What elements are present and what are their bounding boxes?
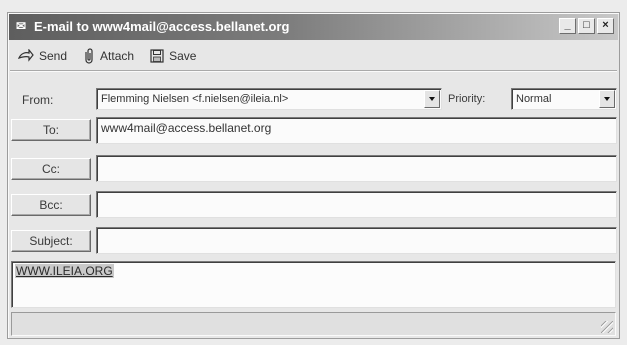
to-field[interactable]: www4mail@access.bellanet.org (96, 117, 617, 144)
chevron-down-icon[interactable] (599, 90, 615, 108)
minimize-button[interactable]: _ (559, 18, 576, 34)
save-label: Save (169, 49, 197, 63)
body-link-text[interactable]: WWW.ILEIA.ORG (15, 264, 114, 278)
cc-field[interactable] (96, 155, 617, 182)
from-value: Flemming Nielsen <f.nielsen@ileia.nl> (101, 93, 289, 105)
send-label: Send (39, 49, 68, 63)
toolbar: Send Attach Save (10, 44, 617, 68)
resize-grip-icon[interactable] (601, 321, 613, 333)
priority-label: Priority: (448, 93, 486, 105)
send-arrow-icon (18, 49, 34, 62)
maximize-button[interactable]: □ (578, 18, 595, 34)
cc-button[interactable]: Cc: (11, 158, 91, 180)
priority-value: Normal (516, 93, 552, 105)
title-bar[interactable]: ✉ E-mail to www4mail@access.bellanet.org… (9, 14, 618, 40)
bcc-field[interactable] (96, 191, 617, 218)
close-button[interactable]: × (597, 18, 614, 34)
bcc-button[interactable]: Bcc: (11, 194, 91, 216)
from-select[interactable]: Flemming Nielsen <f.nielsen@ileia.nl> (96, 88, 442, 110)
window-title: E-mail to www4mail@access.bellanet.org (34, 19, 290, 34)
paperclip-icon (85, 48, 93, 64)
from-label: From: (22, 93, 54, 107)
status-bar (11, 312, 616, 336)
window-controls: _ □ × (559, 18, 614, 34)
attach-button[interactable]: Attach (83, 48, 134, 64)
subject-field[interactable] (96, 227, 617, 254)
email-compose-window: ✉ E-mail to www4mail@access.bellanet.org… (7, 12, 620, 339)
message-body[interactable]: WWW.ILEIA.ORG (11, 261, 616, 308)
priority-select[interactable]: Normal (511, 88, 617, 110)
floppy-disk-icon (150, 49, 164, 63)
toolbar-separator (10, 70, 617, 72)
chevron-down-icon[interactable] (424, 90, 440, 108)
attach-label: Attach (100, 49, 135, 63)
subject-label: Subject: (11, 230, 91, 252)
save-button[interactable]: Save (150, 49, 196, 63)
send-button[interactable]: Send (18, 49, 67, 63)
to-button[interactable]: To: (11, 119, 91, 141)
envelope-pen-icon: ✉ (16, 19, 27, 33)
